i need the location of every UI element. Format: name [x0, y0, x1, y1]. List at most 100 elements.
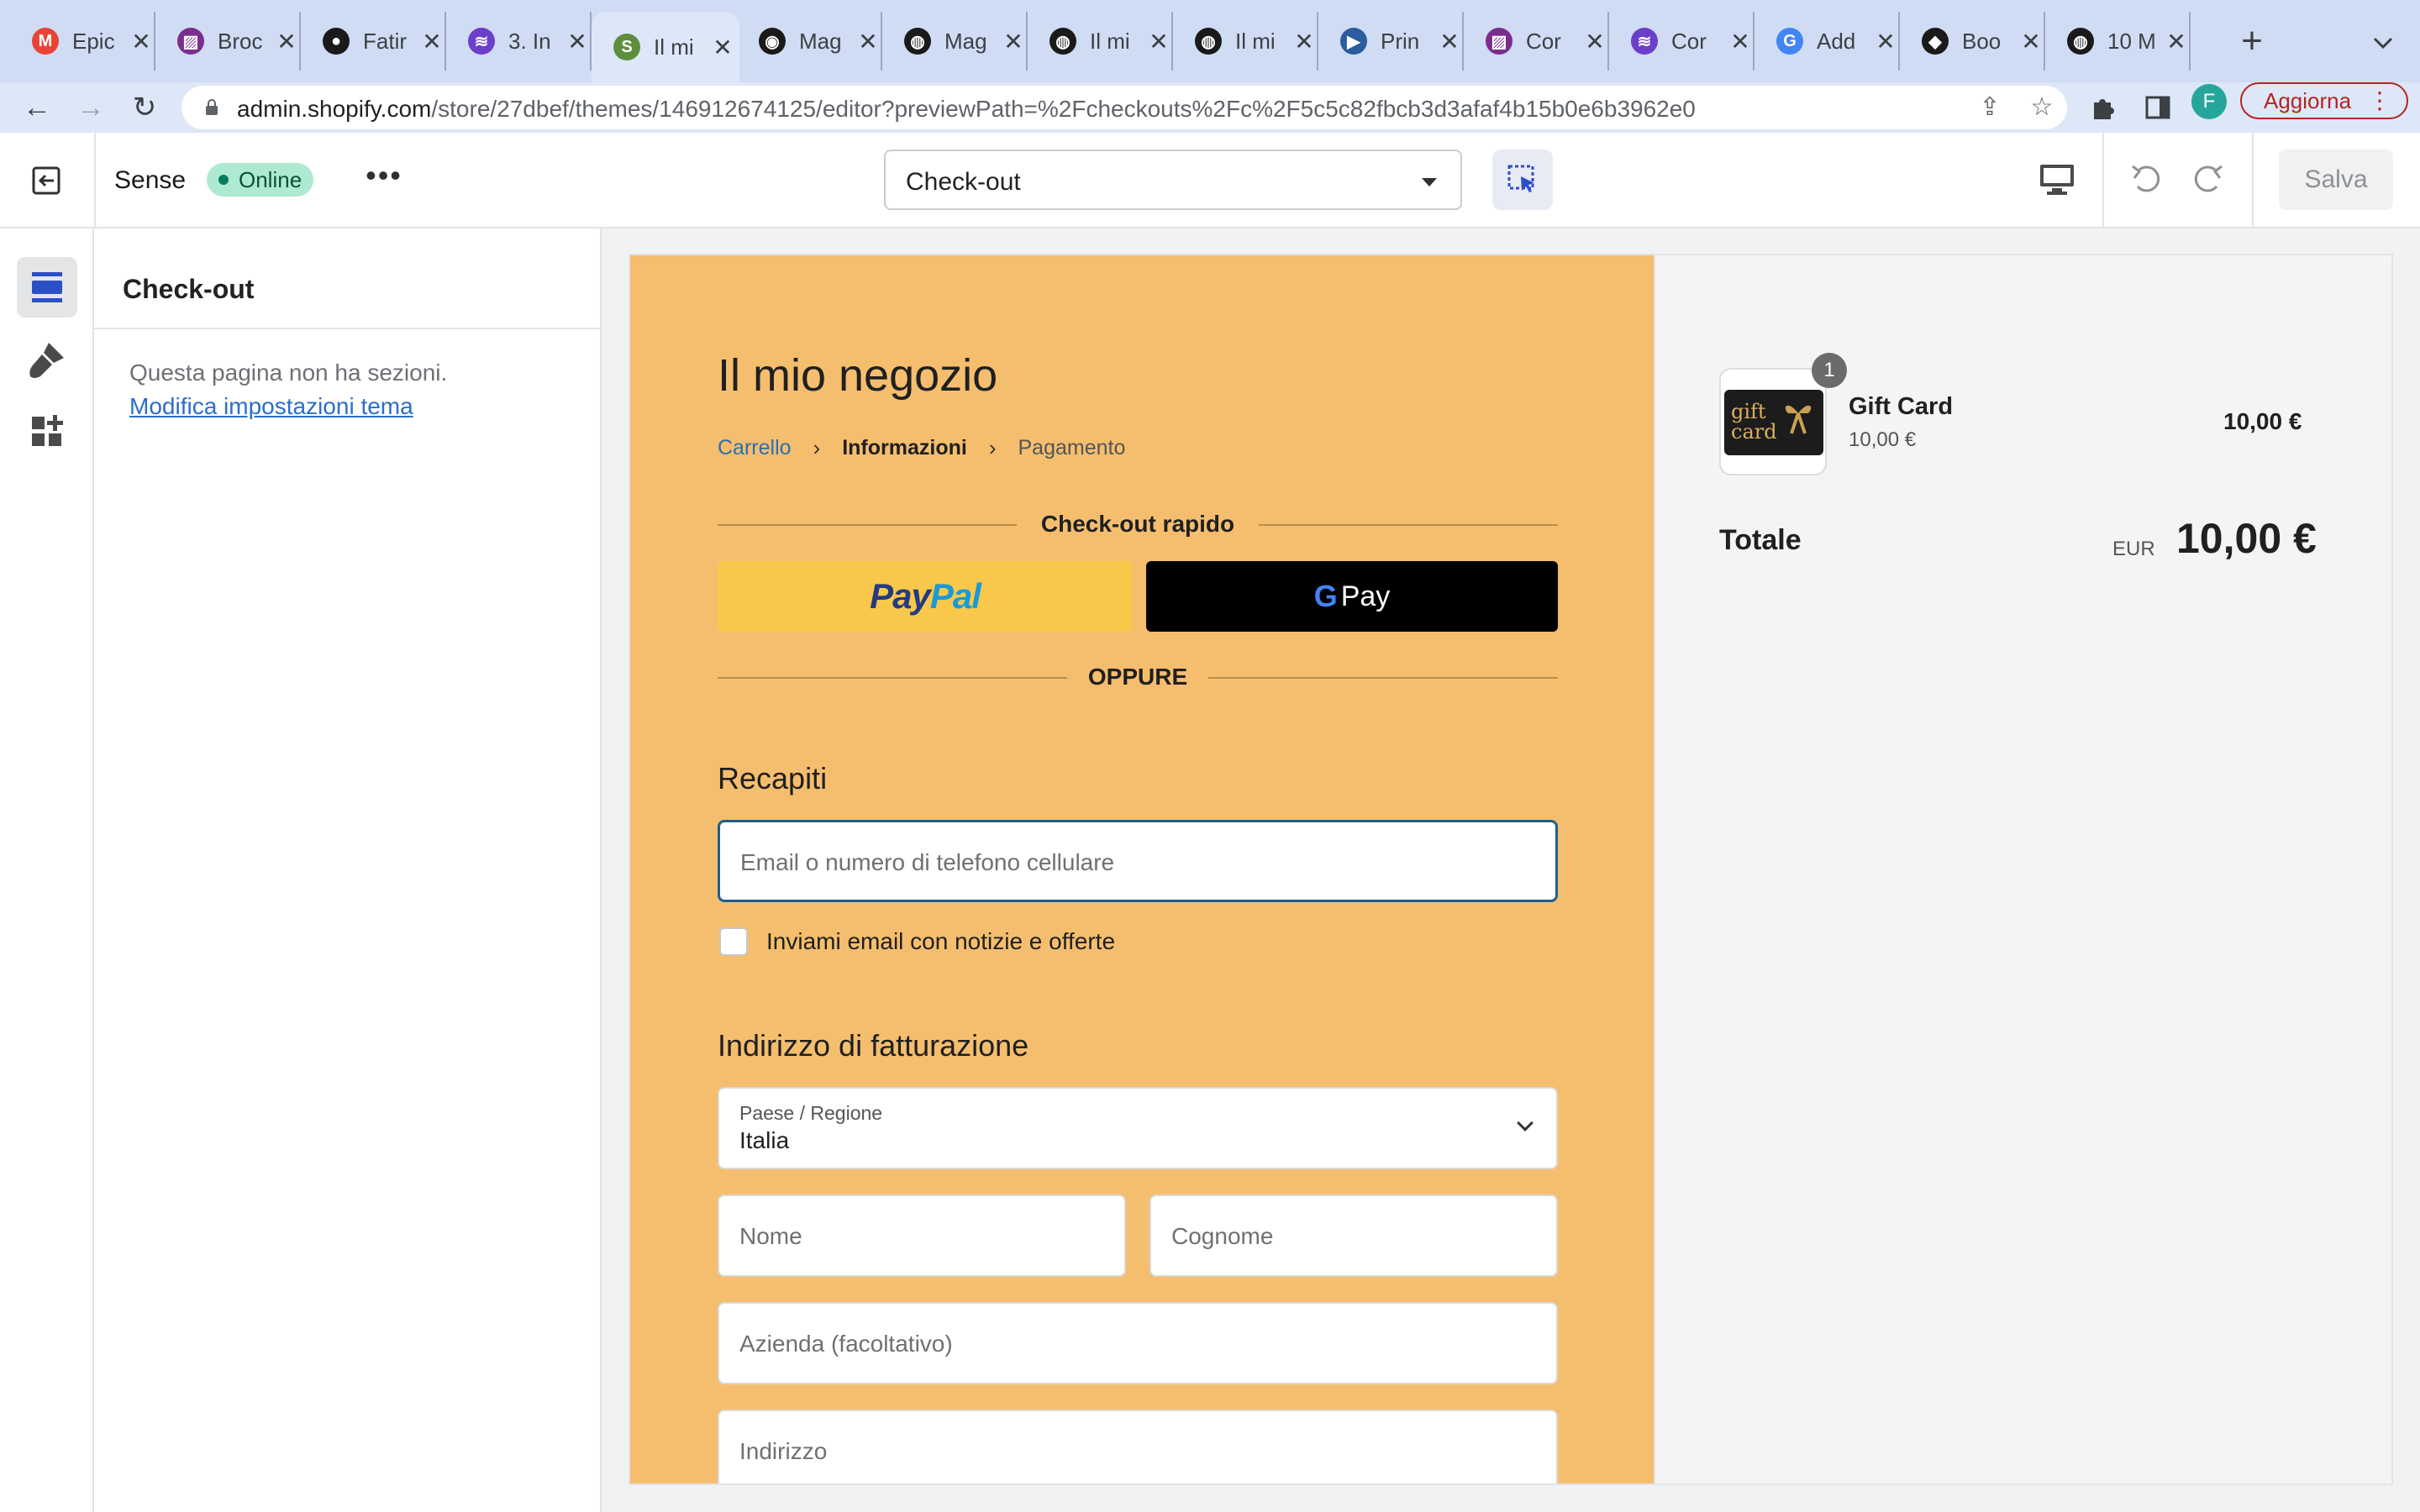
- more-actions-button[interactable]: •••: [361, 160, 407, 197]
- browser-tab-title: Add: [1817, 28, 1856, 54]
- address-field[interactable]: Indirizzo: [718, 1410, 1558, 1483]
- close-tab-icon[interactable]: ✕: [2021, 28, 2041, 55]
- newsletter-checkbox[interactable]: [719, 927, 748, 956]
- browser-tab-title: Cor: [1526, 28, 1561, 54]
- browser-tab[interactable]: ◍ 10 M ✕: [2045, 12, 2191, 71]
- close-tab-icon[interactable]: ✕: [1439, 28, 1460, 55]
- browser-tab[interactable]: M Epic ✕: [10, 12, 155, 71]
- close-tab-icon[interactable]: ✕: [1876, 28, 1896, 55]
- theme-settings-button[interactable]: [17, 329, 77, 390]
- checkout-main-column: Il mio negozio Carrello › Informazioni ›…: [630, 255, 1654, 1483]
- undo-icon[interactable]: [2126, 158, 2166, 200]
- browser-tab[interactable]: ▶ Prin ✕: [1318, 12, 1464, 71]
- inspector-select-icon[interactable]: [1492, 150, 1553, 210]
- edit-theme-settings-link[interactable]: Modifica impostazioni tema: [129, 393, 413, 420]
- close-tab-icon[interactable]: ✕: [422, 28, 442, 55]
- close-tab-icon[interactable]: ✕: [1149, 28, 1169, 55]
- browser-tab[interactable]: S Il mi ✕: [592, 12, 739, 82]
- close-tab-icon[interactable]: ✕: [713, 34, 733, 61]
- last-name-field[interactable]: Cognome: [1150, 1194, 1558, 1277]
- linear-icon: ≋: [468, 28, 495, 55]
- sections-button[interactable]: [17, 257, 77, 318]
- app-embeds-button[interactable]: [17, 402, 77, 462]
- close-tab-icon[interactable]: ✕: [858, 28, 878, 55]
- exit-editor-icon[interactable]: [29, 163, 64, 198]
- breadcrumb-cart[interactable]: Carrello: [718, 436, 792, 460]
- globe-icon: ◍: [1195, 28, 1222, 55]
- linear-icon: ≋: [1631, 28, 1658, 55]
- reload-icon[interactable]: ↻: [126, 89, 163, 126]
- address-bar[interactable]: admin.shopify.com/store/27dbef/themes/14…: [182, 86, 2067, 129]
- chevron-down-icon: [1517, 1115, 1534, 1131]
- google-pay-button[interactable]: G Pay: [1146, 561, 1558, 632]
- browser-tab[interactable]: ● Fatir ✕: [301, 12, 446, 71]
- close-tab-icon[interactable]: ✕: [1294, 28, 1314, 55]
- close-tab-icon[interactable]: ✕: [131, 28, 151, 55]
- first-name-field[interactable]: Nome: [718, 1194, 1126, 1277]
- close-tab-icon[interactable]: ✕: [567, 28, 587, 55]
- total-label: Totale: [1719, 524, 1802, 556]
- chevron-right-icon: ›: [813, 435, 821, 460]
- share-icon[interactable]: ⇪: [1976, 94, 2003, 121]
- stripes-icon: ▨: [1486, 28, 1512, 55]
- browser-tab-strip: M Epic ✕ ▨ Broc ✕ ● Fatir ✕ ≋ 3. In ✕ S Il mi ✕ ◉ Mag ✕ ◍ M…: [0, 0, 2420, 82]
- redo-icon[interactable]: [2188, 158, 2228, 200]
- profile-avatar[interactable]: F: [2191, 84, 2227, 119]
- close-tab-icon[interactable]: ✕: [2166, 28, 2186, 55]
- browser-tab-title: Boo: [1962, 28, 2002, 54]
- tab-search-chevron-icon[interactable]: [2366, 29, 2400, 57]
- close-tab-icon[interactable]: ✕: [1585, 28, 1605, 55]
- country-select[interactable]: Paese / Regione Italia: [718, 1087, 1558, 1169]
- extensions-puzzle-icon[interactable]: [2087, 91, 2121, 124]
- close-tab-icon[interactable]: ✕: [276, 28, 297, 55]
- page-selector-value: Check-out: [906, 168, 1021, 196]
- email-field[interactable]: Email o numero di telefono cellulare: [718, 820, 1558, 902]
- forward-arrow-icon[interactable]: →: [72, 89, 109, 126]
- globe-icon: ◍: [2067, 28, 2094, 55]
- newsletter-row: Inviami email con notizie e offerte: [719, 927, 1115, 956]
- browser-tab-title: Fatir: [363, 28, 407, 54]
- browser-tab-title: Prin: [1381, 28, 1420, 54]
- company-field[interactable]: Azienda (facoltativo): [718, 1302, 1558, 1384]
- express-checkout-heading: Check-out rapido: [718, 507, 1558, 541]
- product-thumbnail: gift card: [1719, 368, 1827, 475]
- back-arrow-icon[interactable]: ←: [18, 89, 55, 126]
- lock-icon: [206, 99, 218, 115]
- caret-down-icon: [1422, 178, 1437, 186]
- browser-tab[interactable]: ≋ Cor ✕: [1609, 12, 1754, 71]
- url-text[interactable]: admin.shopify.com/store/27dbef/themes/14…: [237, 96, 1696, 123]
- editor-rail: [0, 228, 94, 1512]
- bookmark-star-icon[interactable]: ☆: [2028, 94, 2055, 121]
- close-tab-icon[interactable]: ✕: [1003, 28, 1023, 55]
- close-tab-icon[interactable]: ✕: [1730, 28, 1750, 55]
- side-panel-icon[interactable]: [2141, 91, 2175, 124]
- save-button[interactable]: Salva: [2279, 150, 2393, 210]
- browser-tab-title: Cor: [1671, 28, 1707, 54]
- gift-card-image: gift card: [1724, 390, 1823, 455]
- page-selector[interactable]: Check-out: [884, 150, 1462, 210]
- browser-tab[interactable]: ◉ Mag ✕: [737, 12, 882, 71]
- billing-address-heading: Indirizzo di fatturazione: [718, 1028, 1029, 1063]
- browser-tab[interactable]: ▨ Broc ✕: [155, 12, 301, 71]
- browser-tab[interactable]: ◍ Il mi ✕: [1173, 12, 1318, 71]
- sidebar-title: Check-out: [123, 274, 255, 304]
- paypal-button[interactable]: PayPal: [718, 561, 1133, 632]
- status-badge: Online: [207, 163, 314, 197]
- more-vert-icon: ⋮: [2368, 87, 2391, 113]
- quantity-badge: 1: [1812, 353, 1847, 388]
- browser-tab[interactable]: ≋ 3. In ✕: [446, 12, 592, 71]
- diamond-icon: ◆: [1922, 28, 1949, 55]
- newsletter-label[interactable]: Inviami email con notizie e offerte: [766, 928, 1115, 955]
- browser-tab[interactable]: ◍ Il mi ✕: [1028, 12, 1173, 71]
- browser-tab[interactable]: G Add ✕: [1754, 12, 1900, 71]
- browser-tab[interactable]: ▨ Cor ✕: [1464, 12, 1609, 71]
- browser-tab-title: Il mi: [654, 34, 694, 60]
- store-name[interactable]: Il mio negozio: [718, 349, 997, 402]
- new-tab-button[interactable]: +: [2233, 20, 2270, 62]
- breadcrumb: Carrello › Informazioni › Pagamento: [718, 435, 1125, 461]
- browser-tab[interactable]: ◍ Mag ✕: [882, 12, 1028, 71]
- browser-tab[interactable]: ◆ Boo ✕: [1900, 12, 2045, 71]
- paintbrush-icon: [29, 343, 64, 378]
- update-browser-button[interactable]: Aggiorna ⋮: [2240, 82, 2408, 119]
- desktop-preview-icon[interactable]: [2037, 161, 2077, 198]
